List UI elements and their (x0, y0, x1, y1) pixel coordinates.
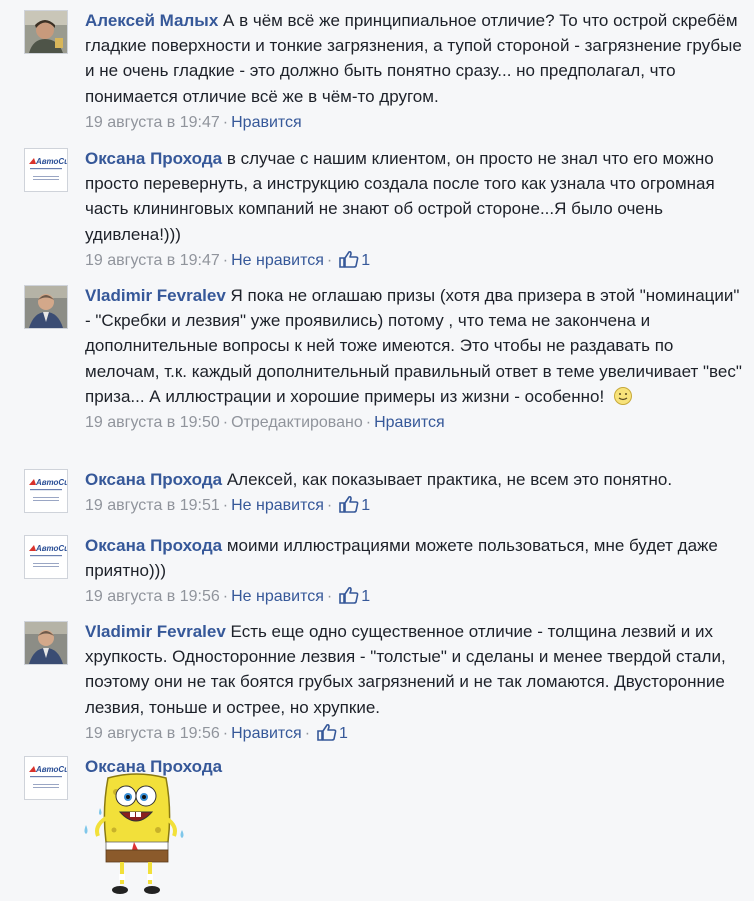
comment-author[interactable]: Оксана Прохода (85, 536, 222, 555)
avatar[interactable]: АвтоСид (24, 148, 68, 192)
comment-author[interactable]: Vladimir Fevralev (85, 622, 226, 641)
like-count[interactable]: 1 (361, 252, 370, 269)
like-count[interactable]: 1 (361, 497, 370, 514)
avatar[interactable]: АвтоСид (24, 535, 68, 579)
user-photo-icon (25, 286, 67, 328)
thumbs-up-icon[interactable] (339, 586, 359, 605)
svg-text:АвтоСид: АвтоСид (35, 478, 67, 487)
comment-meta: 19 августа в 19:47 · Не нравится · 1 (85, 250, 371, 269)
spongebob-sticker-icon[interactable] (76, 770, 196, 898)
comment-timestamp[interactable]: 19 августа в 19:56 (85, 725, 220, 742)
like-button[interactable]: Нравится (231, 725, 302, 742)
svg-text:АвтоСид: АвтоСид (35, 765, 67, 774)
company-logo-icon: АвтоСид (25, 536, 67, 578)
unlike-button[interactable]: Не нравится (231, 252, 324, 269)
comment-timestamp[interactable]: 19 августа в 19:51 (85, 497, 220, 514)
comment-timestamp[interactable]: 19 августа в 19:56 (85, 588, 220, 605)
user-photo-icon (25, 622, 67, 664)
like-count[interactable]: 1 (339, 725, 348, 742)
like-button[interactable]: Нравится (231, 114, 302, 131)
avatar[interactable] (24, 285, 68, 329)
comment-text: Алексей, как показывает практика, не все… (226, 470, 673, 489)
thumbs-up-icon[interactable] (339, 250, 359, 268)
comment-meta: 19 августа в 19:56 · Нравится · 1 (85, 723, 348, 742)
smiley-emoji-icon (613, 386, 632, 405)
avatar[interactable]: АвтоСид (24, 756, 68, 800)
user-photo-icon (25, 11, 67, 53)
comment-timestamp[interactable]: 19 августа в 19:47 (85, 252, 220, 269)
thumbs-up-icon[interactable] (339, 495, 359, 514)
company-logo-icon: АвтоСид (25, 757, 67, 799)
comment-author[interactable]: Оксана Прохода (85, 470, 222, 489)
like-button[interactable]: Нравится (374, 414, 445, 431)
comment-timestamp[interactable]: 19 августа в 19:47 (85, 114, 220, 131)
avatar[interactable] (24, 621, 68, 665)
svg-text:АвтоСид: АвтоСид (35, 157, 67, 166)
company-logo-icon: АвтоСид (25, 470, 67, 512)
comment-meta: 19 августа в 19:56 · Не нравится · 1 (85, 586, 371, 606)
thumbs-up-icon[interactable] (317, 723, 337, 741)
comment-meta: 19 августа в 19:51 · Не нравится · 1 (85, 495, 371, 515)
comment-author[interactable]: Оксана Прохода (85, 149, 222, 168)
comment-author[interactable]: Vladimir Fevralev (85, 286, 226, 305)
unlike-button[interactable]: Не нравится (231, 588, 324, 605)
comment-meta: 19 августа в 19:47 · Нравится (85, 113, 302, 131)
svg-text:АвтоСид: АвтоСид (35, 544, 67, 553)
avatar[interactable]: АвтоСид (24, 469, 68, 513)
company-logo-icon: АвтоСид (25, 149, 67, 191)
edited-label[interactable]: Отредактировано (231, 414, 363, 431)
comment-meta: 19 августа в 19:50 · Отредактировано · Нрави… (85, 414, 445, 432)
like-count[interactable]: 1 (361, 588, 370, 605)
comment-timestamp[interactable]: 19 августа в 19:50 (85, 414, 220, 431)
comment-author[interactable]: Алексей Малых (85, 11, 218, 30)
unlike-button[interactable]: Не нравится (231, 497, 324, 514)
avatar[interactable] (24, 10, 68, 54)
